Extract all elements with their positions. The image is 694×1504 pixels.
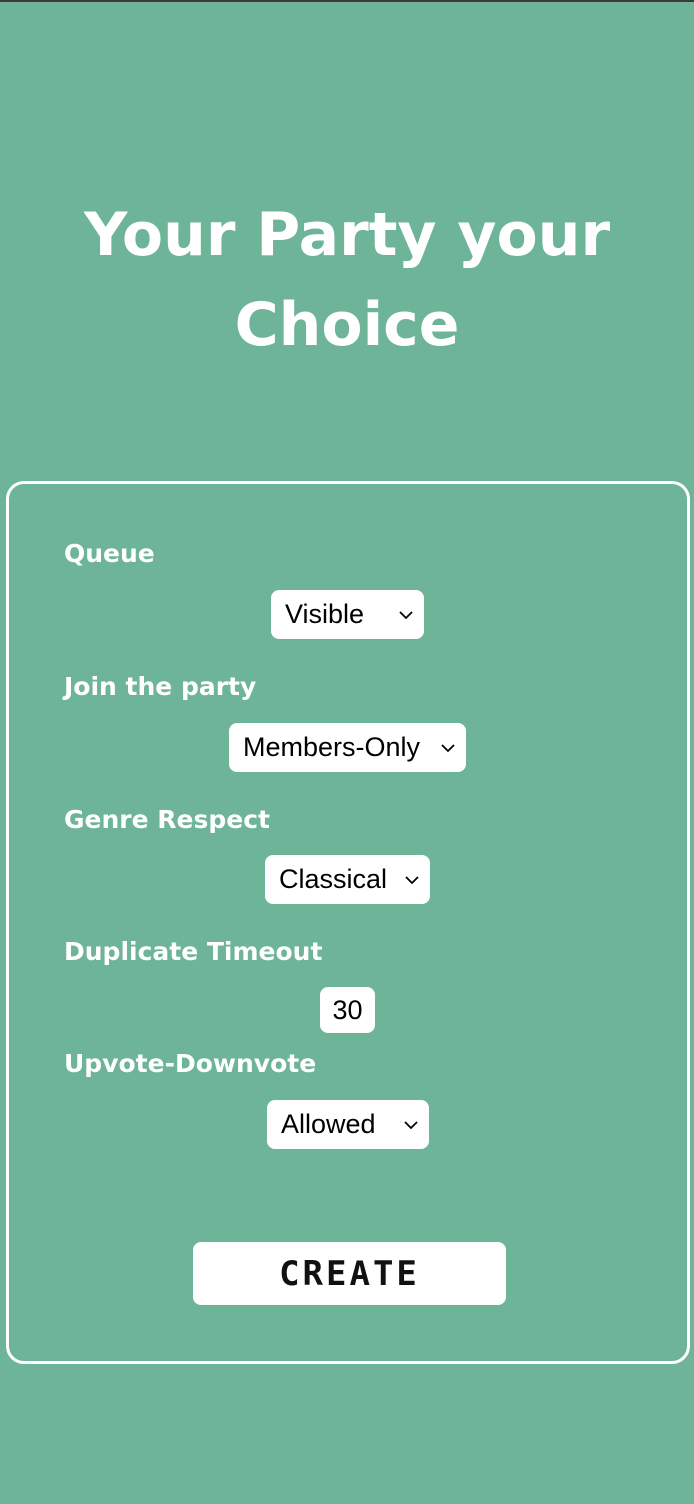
upvote-downvote-select-value: Allowed xyxy=(281,1109,376,1139)
join-party-select-value: Members-Only xyxy=(243,732,421,762)
join-party-select[interactable]: Members-Only xyxy=(229,723,466,772)
chevron-down-icon xyxy=(440,740,456,756)
party-settings-form: Queue Visible Join the party Members-Onl… xyxy=(6,481,690,1364)
upvote-downvote-label: Upvote-Downvote xyxy=(64,1049,317,1078)
genre-respect-select[interactable]: Classical xyxy=(265,855,430,904)
chevron-down-icon xyxy=(403,1117,419,1133)
upvote-downvote-select[interactable]: Allowed xyxy=(267,1100,429,1149)
top-border xyxy=(0,0,694,2)
queue-label: Queue xyxy=(64,539,155,568)
duplicate-timeout-input[interactable]: 30 xyxy=(320,987,375,1033)
queue-select[interactable]: Visible xyxy=(271,590,424,639)
queue-select-value: Visible xyxy=(285,599,365,629)
page-title: Your Party your Choice xyxy=(0,190,694,370)
join-party-label: Join the party xyxy=(64,672,257,701)
genre-respect-select-value: Classical xyxy=(279,864,388,894)
duplicate-timeout-label: Duplicate Timeout xyxy=(64,937,323,966)
chevron-down-icon xyxy=(404,872,420,888)
genre-respect-label: Genre Respect xyxy=(64,805,270,834)
chevron-down-icon xyxy=(398,607,414,623)
page-title-line-1: Your Party your xyxy=(83,200,611,270)
create-button[interactable]: CREATE xyxy=(193,1242,506,1305)
page-title-line-2: Choice xyxy=(234,290,460,360)
